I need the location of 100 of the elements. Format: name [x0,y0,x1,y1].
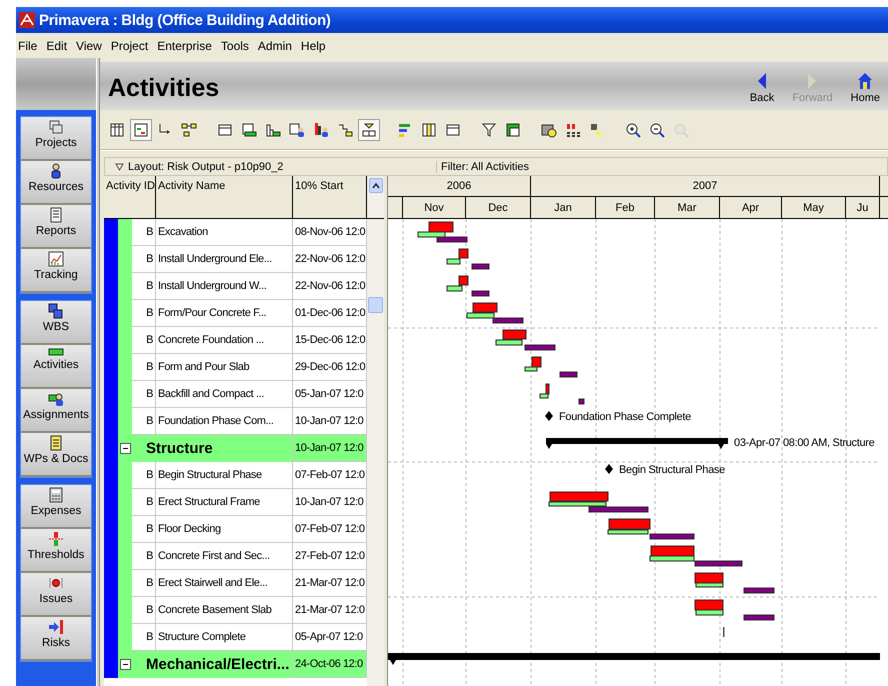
sidebar-button[interactable]: WPs & Docs [21,433,91,477]
menu-item[interactable]: Admin [258,38,292,52]
filter-label[interactable]: Filter: All Activities [436,160,530,172]
nav-button[interactable]: Home [848,72,882,104]
gantt-bar [744,614,774,620]
back-arrow-icon [757,72,768,90]
gantt-bar [472,290,490,296]
window-icon [217,122,233,138]
people-icon [48,391,64,407]
month-header: Nov [403,197,466,218]
nav-button[interactable]: Back [748,72,776,104]
color-bars-icon [397,122,413,138]
summary-label: 03-Apr-07 08:00 AM, Structure [734,437,874,449]
menu-item[interactable]: View [76,38,102,52]
sidebar-button[interactable]: Thresholds [21,529,91,573]
menu-item[interactable]: Help [300,38,326,52]
page-title: Activities [108,74,220,102]
table-cell: B [132,597,156,624]
menu-item[interactable]: Enterprise [157,38,212,52]
month-header: Apr [720,197,782,218]
diamond-icon [545,411,553,421]
gantt-bar [472,264,490,270]
meter-icon [48,531,64,547]
table-cell: B [132,462,156,489]
menu-item[interactable]: Edit [46,38,68,52]
month-header: Jan [531,197,596,218]
chart-icon [48,251,64,267]
gantt-bar [578,398,584,404]
minus-icon [122,445,128,452]
table-bar-icon [241,122,257,138]
folders-icon [48,119,64,135]
menu-item[interactable]: File [18,38,38,52]
sidebar-button[interactable]: Reports [21,205,91,249]
home-icon [857,72,874,90]
table-cell: Backfill and Compact ... [156,381,293,408]
gantt-bar [744,588,774,594]
wbs-name: Structure [132,435,293,462]
month-header: May [782,197,846,218]
month-header: Dec [466,197,531,218]
folder-clock-icon [541,122,557,138]
table-cell: B [132,354,156,381]
caret-icon [115,162,124,170]
table-cell: Excavation [156,219,293,246]
sidebar-button[interactable]: Projects [21,117,91,161]
gantt-bar [560,372,578,378]
sidebar-button[interactable]: Activities [21,345,91,389]
table-cell: B [132,570,156,597]
table-cell: B [132,273,156,300]
columns-icon [421,122,437,138]
arrow-icon [48,619,64,635]
toolbar-button[interactable] [358,118,380,140]
table-cell: Erect Stairwell and Ele... [156,570,293,597]
scroll-up-button[interactable] [368,178,382,193]
sidebar-button[interactable]: WBS [21,301,91,345]
filter-icon [481,122,497,138]
histogram-icon [265,122,281,138]
table-cell: B [132,327,156,354]
network-icon [181,122,197,138]
table-cell: Form and Pour Slab [156,354,293,381]
table-icon [109,122,125,138]
wbs-name: Mechanical/Electri... [132,651,293,678]
sidebar-button[interactable]: Tracking [21,249,91,293]
table-cell: Concrete Foundation ... [156,327,293,354]
sidebar-button[interactable]: Resources [21,161,91,205]
scroll-thumb[interactable] [368,297,383,313]
column-header[interactable]: Activity ID [104,176,156,218]
toolbar-button[interactable] [130,118,152,140]
milestone-label: Foundation Phase Complete [559,411,691,423]
boxes-icon [361,122,377,138]
wbs-strip [104,651,118,678]
collapse-button[interactable] [120,443,130,454]
month-header: Mar [655,197,720,218]
scrollbar[interactable] [367,219,384,686]
window-title: Primavera : Bldg (Office Building Addition) [39,12,331,28]
month-header: Ju [846,197,880,218]
table-person-icon [289,122,305,138]
milestone-tick [723,627,724,637]
menu-item[interactable]: Project [110,38,148,52]
month-header: Feb [596,197,655,218]
steps-icon [337,122,353,138]
sidebar-button[interactable]: Expenses [21,485,91,529]
table-cell: Begin Structural Phase [156,462,293,489]
table-cell: Install Underground W... [156,273,293,300]
wbs-strip [104,219,118,246]
layout-label[interactable]: Layout: Risk Output - p10p90_2 [128,160,284,172]
milestone-label: Begin Structural Phase [619,464,725,476]
year-header: 2007 [531,176,880,196]
table-cell: Concrete First and Sec... [156,543,293,570]
sidebar-button[interactable]: Issues [21,573,91,617]
sidebar-button[interactable]: Assignments [21,389,91,433]
document-icon [48,435,64,451]
table-cell: B [132,219,156,246]
menu-item[interactable]: Tools [220,38,249,52]
column-header[interactable]: Activity Name [156,176,293,218]
app-logo-icon [19,12,35,28]
table-cell: Floor Decking [156,516,293,543]
diamond-icon [605,464,613,474]
sidebar-button[interactable]: Risks [21,617,91,661]
collapse-button[interactable] [120,659,130,670]
report-icon [48,207,64,223]
